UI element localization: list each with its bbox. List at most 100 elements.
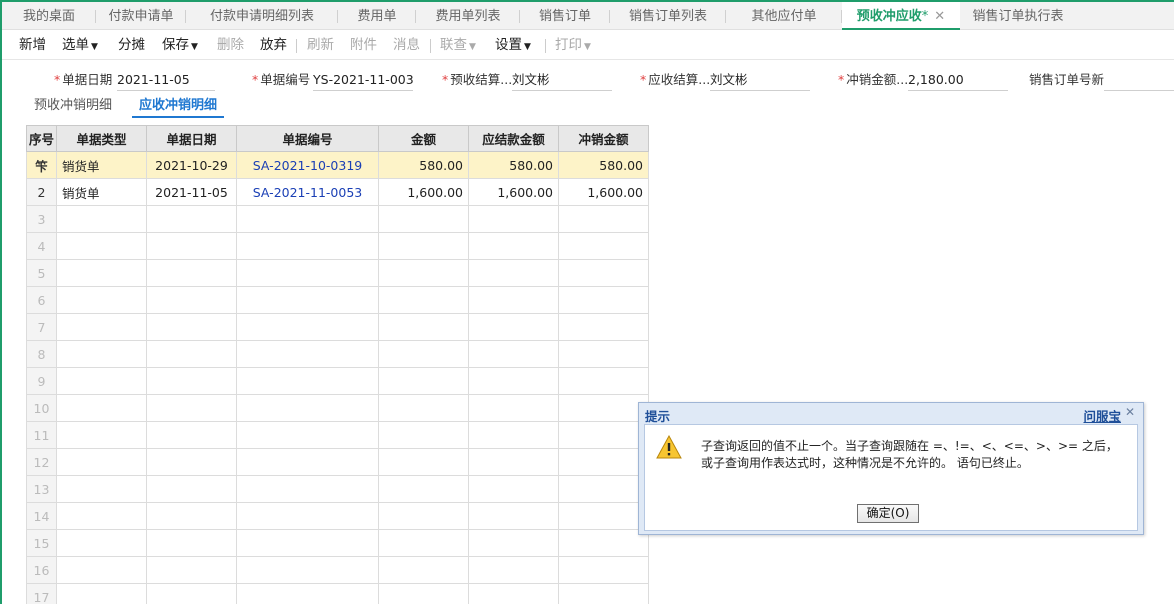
settings-dropdown[interactable]: 设置 ▼ bbox=[495, 30, 531, 60]
empty-cell[interactable] bbox=[378, 313, 469, 341]
abandon-button[interactable]: 放弃 bbox=[260, 30, 287, 60]
cell-doc-date[interactable]: 2021-11-05 bbox=[146, 178, 237, 206]
delete-button[interactable]: 删除 bbox=[217, 30, 244, 60]
col-header-index[interactable]: 序号 bbox=[26, 125, 57, 152]
empty-cell[interactable] bbox=[558, 529, 649, 557]
empty-cell[interactable] bbox=[468, 556, 559, 584]
table-row[interactable]: 10 bbox=[26, 394, 649, 422]
empty-cell[interactable] bbox=[236, 448, 379, 476]
close-icon[interactable]: ✕ bbox=[1125, 405, 1135, 419]
empty-cell[interactable] bbox=[558, 367, 649, 395]
doc-number-field[interactable]: YS-2021-11-0032 bbox=[313, 70, 413, 91]
cell-doc-type[interactable]: 销货单 bbox=[56, 178, 147, 206]
empty-cell[interactable] bbox=[378, 448, 469, 476]
empty-cell[interactable] bbox=[56, 583, 147, 604]
cell-amount[interactable]: 580.00 bbox=[378, 151, 469, 179]
empty-cell[interactable] bbox=[146, 259, 237, 287]
empty-cell[interactable] bbox=[56, 232, 147, 260]
empty-cell[interactable] bbox=[56, 394, 147, 422]
cell-amount[interactable]: 1,600.00 bbox=[378, 178, 469, 206]
empty-cell[interactable] bbox=[146, 475, 237, 503]
linkcheck-dropdown[interactable]: 联查 ▼ bbox=[440, 30, 476, 60]
prepay-settle-field[interactable]: 刘文彬 bbox=[512, 70, 612, 91]
empty-cell[interactable] bbox=[468, 421, 559, 449]
table-row[interactable]: 4 bbox=[26, 232, 649, 260]
table-row[interactable]: 15 bbox=[26, 529, 649, 557]
col-header-doc-number[interactable]: 单据编号 bbox=[236, 125, 379, 152]
close-icon[interactable]: ✕ bbox=[934, 9, 945, 24]
table-row[interactable]: 13 bbox=[26, 475, 649, 503]
receivable-settle-field[interactable]: 刘文彬 bbox=[710, 70, 810, 91]
subtab-prepay-writeoff[interactable]: 预收冲销明细 bbox=[34, 96, 112, 118]
tab-sales-order-execution[interactable]: 销售订单执行表 bbox=[960, 2, 1076, 30]
empty-cell[interactable] bbox=[56, 286, 147, 314]
empty-cell[interactable] bbox=[56, 259, 147, 287]
empty-cell[interactable] bbox=[146, 421, 237, 449]
table-row[interactable]: 14 bbox=[26, 502, 649, 530]
cell-doc-type[interactable]: 销货单 bbox=[56, 151, 147, 179]
subtab-receivable-writeoff[interactable]: 应收冲销明细 bbox=[132, 96, 224, 118]
col-header-doc-type[interactable]: 单据类型 bbox=[56, 125, 147, 152]
empty-cell[interactable] bbox=[558, 475, 649, 503]
empty-cell[interactable] bbox=[468, 502, 559, 530]
table-row[interactable]: 17 bbox=[26, 583, 649, 604]
empty-cell[interactable] bbox=[56, 448, 147, 476]
empty-cell[interactable] bbox=[558, 421, 649, 449]
empty-cell[interactable] bbox=[558, 583, 649, 604]
empty-cell[interactable] bbox=[378, 583, 469, 604]
empty-cell[interactable] bbox=[236, 205, 379, 233]
empty-cell[interactable] bbox=[146, 583, 237, 604]
col-header-doc-date[interactable]: 单据日期 bbox=[146, 125, 237, 152]
empty-cell[interactable] bbox=[56, 313, 147, 341]
select-dropdown[interactable]: 选单 ▼ bbox=[62, 30, 98, 60]
tab-sales-order[interactable]: 销售订单 bbox=[520, 2, 610, 30]
empty-cell[interactable] bbox=[558, 340, 649, 368]
col-header-amount[interactable]: 金额 bbox=[378, 125, 469, 152]
ok-button[interactable]: 确定(O) bbox=[857, 504, 919, 523]
empty-cell[interactable] bbox=[236, 475, 379, 503]
empty-cell[interactable] bbox=[56, 475, 147, 503]
tab-other-payable[interactable]: 其他应付单 bbox=[726, 2, 842, 30]
empty-cell[interactable] bbox=[558, 394, 649, 422]
cell-doc-number-link[interactable]: SA-2021-10-0319 bbox=[236, 151, 379, 179]
tab-expense-list[interactable]: 费用单列表 bbox=[416, 2, 520, 30]
empty-cell[interactable] bbox=[236, 556, 379, 584]
tab-expense[interactable]: 费用单 bbox=[338, 2, 416, 30]
empty-cell[interactable] bbox=[146, 448, 237, 476]
empty-cell[interactable] bbox=[378, 286, 469, 314]
empty-cell[interactable] bbox=[236, 367, 379, 395]
row-edit-icon[interactable]: 笇 bbox=[26, 151, 57, 179]
empty-cell[interactable] bbox=[468, 448, 559, 476]
add-button[interactable]: 新增 bbox=[19, 30, 46, 60]
empty-cell[interactable] bbox=[236, 583, 379, 604]
empty-cell[interactable] bbox=[378, 340, 469, 368]
col-header-writeoff-amount[interactable]: 冲销金额 bbox=[558, 125, 649, 152]
empty-cell[interactable] bbox=[56, 367, 147, 395]
save-dropdown[interactable]: 保存 ▼ bbox=[162, 30, 198, 60]
empty-cell[interactable] bbox=[236, 502, 379, 530]
attach-button[interactable]: 附件 bbox=[350, 30, 377, 60]
empty-cell[interactable] bbox=[146, 340, 237, 368]
table-row[interactable]: 7 bbox=[26, 313, 649, 341]
table-row[interactable]: 9 bbox=[26, 367, 649, 395]
table-row[interactable]: 16 bbox=[26, 556, 649, 584]
empty-cell[interactable] bbox=[378, 421, 469, 449]
writeoff-amount-field[interactable]: 2,180.00 bbox=[908, 70, 1008, 91]
empty-cell[interactable] bbox=[558, 286, 649, 314]
table-row[interactable]: 3 bbox=[26, 205, 649, 233]
empty-cell[interactable] bbox=[468, 313, 559, 341]
empty-cell[interactable] bbox=[558, 259, 649, 287]
sales-order-number-field[interactable] bbox=[1104, 70, 1174, 91]
empty-cell[interactable] bbox=[378, 394, 469, 422]
empty-cell[interactable] bbox=[558, 232, 649, 260]
cell-writeoff-amount[interactable]: 1,600.00 bbox=[558, 178, 649, 206]
empty-cell[interactable] bbox=[146, 394, 237, 422]
empty-cell[interactable] bbox=[378, 232, 469, 260]
print-dropdown[interactable]: 打印 ▼ bbox=[555, 30, 591, 60]
cell-due-amount[interactable]: 580.00 bbox=[468, 151, 559, 179]
empty-cell[interactable] bbox=[236, 421, 379, 449]
empty-cell[interactable] bbox=[558, 448, 649, 476]
empty-cell[interactable] bbox=[558, 502, 649, 530]
table-row[interactable]: 12 bbox=[26, 448, 649, 476]
empty-cell[interactable] bbox=[236, 259, 379, 287]
